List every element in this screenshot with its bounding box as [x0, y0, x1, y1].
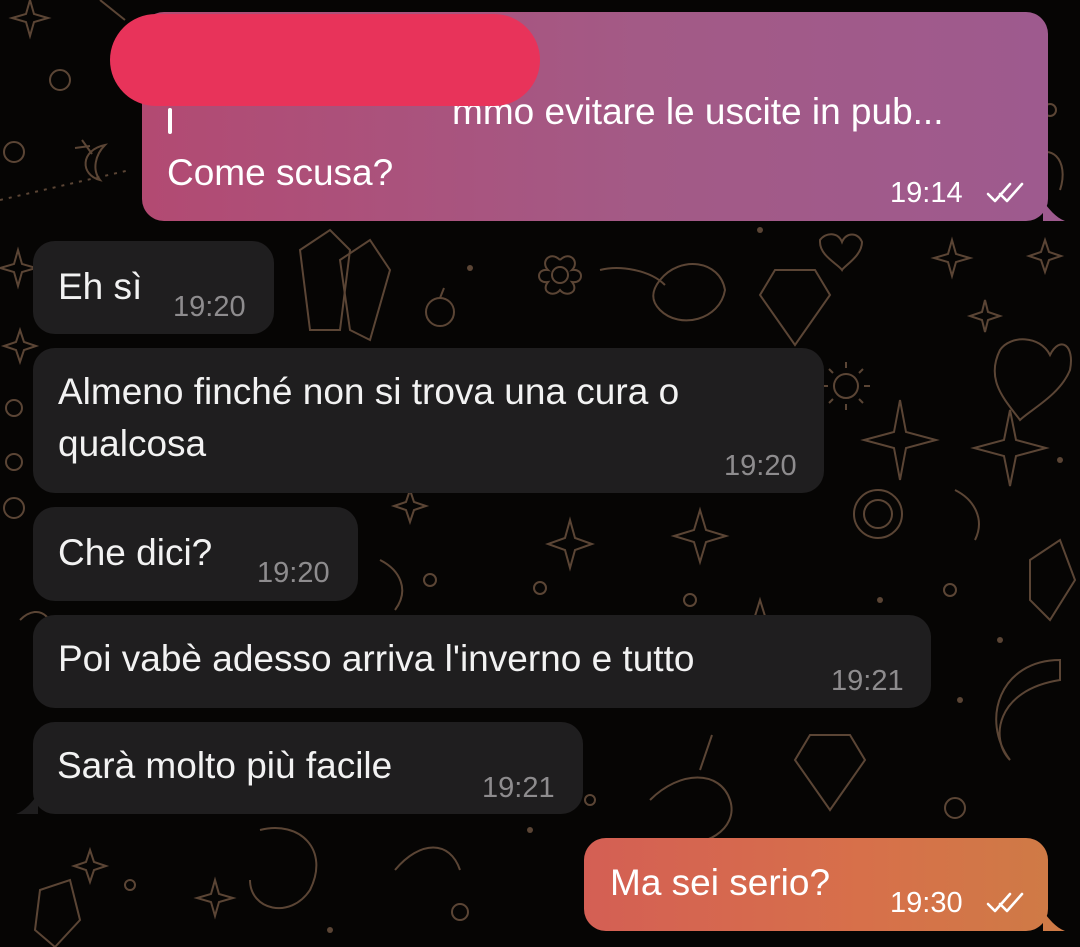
message-incoming[interactable]: Sarà molto più facile 19:21 — [33, 722, 583, 814]
message-time: 19:30 — [890, 887, 963, 919]
double-check-icon — [986, 182, 1024, 203]
reply-quote-text: mmo evitare le uscite in pub... — [452, 92, 944, 132]
message-incoming[interactable]: Poi vabè adesso arriva l'inverno e tutto… — [33, 615, 931, 708]
message-text-line-1: Almeno finché non si trova una cura o — [58, 371, 680, 412]
message-time: 19:20 — [173, 291, 246, 323]
message-incoming[interactable]: Almeno finché non si trova una cura o qu… — [33, 348, 824, 493]
message-outgoing[interactable]: Ma sei serio? 19:30 — [584, 838, 1048, 931]
message-time: 19:14 — [890, 177, 963, 209]
message-text: Eh sì — [58, 266, 143, 307]
message-time: 19:21 — [482, 772, 555, 804]
message-text: Come scusa? — [167, 152, 394, 193]
bubble-tail — [1043, 911, 1065, 931]
bubble-tail — [16, 794, 38, 814]
message-text: Che dici? — [58, 532, 213, 573]
message-time: 19:20 — [724, 450, 797, 482]
message-incoming[interactable]: Che dici? 19:20 — [33, 507, 358, 601]
message-incoming[interactable]: Eh sì 19:20 — [33, 241, 274, 334]
chat-view[interactable]: mmo evitare le uscite in pub... Come scu… — [0, 0, 1080, 947]
double-check-icon — [986, 892, 1024, 913]
message-time: 19:21 — [831, 665, 904, 697]
message-text: Sarà molto più facile — [57, 745, 393, 786]
message-text: Ma sei serio? — [610, 862, 831, 903]
reply-quote-bar — [168, 108, 172, 134]
message-time: 19:20 — [257, 557, 330, 589]
redacted-name-overlay — [110, 14, 540, 106]
message-text-line-2: qualcosa — [58, 423, 207, 464]
bubble-tail — [1043, 201, 1065, 221]
message-text: Poi vabè adesso arriva l'inverno e tutto — [58, 638, 695, 679]
